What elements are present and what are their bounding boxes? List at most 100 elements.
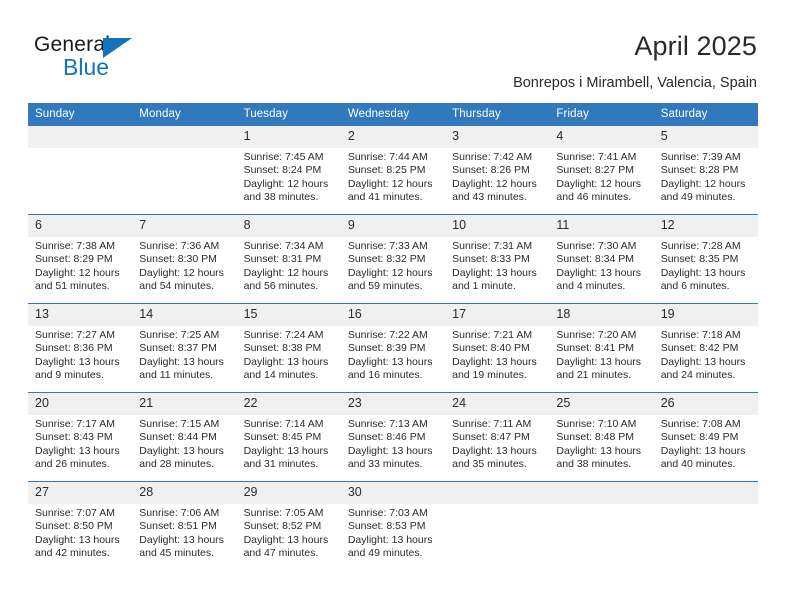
calendar-day-cell[interactable]: 6 Sunrise: 7:38 AM Sunset: 8:29 PM Daylight…	[28, 214, 133, 304]
day-number: 13	[28, 304, 133, 326]
day-details: Sunrise: 7:17 AM Sunset: 8:43 PM Daylight:…	[28, 415, 132, 471]
calendar-day-cell[interactable]: 18 Sunrise: 7:20 AM Sunset: 8:41 PM Dayligh…	[549, 303, 654, 393]
calendar-day-cell[interactable]: 24 Sunrise: 7:11 AM Sunset: 8:47 PM Dayligh…	[445, 392, 550, 482]
day-details: Sunrise: 7:25 AM Sunset: 8:37 PM Daylight:…	[132, 326, 236, 382]
sunrise-text: Sunrise: 7:41 AM	[556, 151, 637, 163]
daylight-text: and 11 minutes.	[139, 368, 214, 381]
calendar-week-row: 1 Sunrise: 7:45 AM Sunset: 8:24 PM Daylight…	[28, 125, 758, 215]
calendar-day-cell[interactable]: 22 Sunrise: 7:14 AM Sunset: 8:45 PM Dayligh…	[236, 392, 341, 482]
general-blue-logo[interactable]: General Blue	[34, 33, 234, 81]
calendar-day-cell[interactable]: 26 Sunrise: 7:08 AM Sunset: 8:49 PM Dayligh…	[653, 392, 758, 482]
sunset-text: Sunset: 8:29 PM	[35, 253, 113, 266]
calendar-day-cell[interactable]: 13 Sunrise: 7:27 AM Sunset: 8:36 PM Dayligh…	[28, 303, 133, 393]
sunrise-text: Sunrise: 7:31 AM	[452, 240, 533, 252]
daylight-text: and 49 minutes.	[660, 190, 736, 203]
page-title: April 2025	[634, 31, 757, 61]
weekday-header-tuesday: Tuesday	[236, 103, 341, 126]
day-number: 6	[28, 215, 133, 237]
day-details: Sunrise: 7:45 AM Sunset: 8:24 PM Daylight:…	[237, 148, 341, 204]
calendar-day-cell[interactable]: 2 Sunrise: 7:44 AM Sunset: 8:25 PM Daylight…	[340, 125, 446, 215]
day-details: Sunrise: 7:38 AM Sunset: 8:29 PM Daylight:…	[28, 237, 132, 293]
day-number: 30	[340, 482, 446, 504]
daylight-text: and 31 minutes.	[243, 457, 319, 470]
calendar-day-cell[interactable]: 10 Sunrise: 7:31 AM Sunset: 8:33 PM Dayligh…	[445, 214, 550, 304]
sunset-text: Sunset: 8:52 PM	[243, 520, 322, 533]
daylight-text: Daylight: 13 hours	[139, 533, 224, 546]
day-details: Sunrise: 7:20 AM Sunset: 8:41 PM Daylight:…	[549, 326, 653, 382]
day-number: 11	[549, 215, 654, 237]
day-number: 26	[653, 393, 758, 415]
calendar-day-cell[interactable]: 9 Sunrise: 7:33 AM Sunset: 8:32 PM Daylight…	[340, 214, 446, 304]
daylight-text: and 33 minutes.	[347, 457, 423, 470]
daylight-text: Daylight: 12 hours	[660, 177, 746, 190]
calendar-day-cell[interactable]: 23 Sunrise: 7:13 AM Sunset: 8:46 PM Dayligh…	[340, 392, 446, 482]
calendar-day-cell-empty	[445, 481, 550, 570]
daylight-text: and 9 minutes.	[35, 368, 104, 381]
day-number: 3	[445, 126, 550, 148]
calendar-day-cell[interactable]: 29 Sunrise: 7:05 AM Sunset: 8:52 PM Dayligh…	[236, 481, 341, 570]
calendar-day-cell[interactable]: 7 Sunrise: 7:36 AM Sunset: 8:30 PM Daylight…	[132, 214, 237, 304]
sunset-text: Sunset: 8:32 PM	[347, 253, 426, 266]
calendar-day-cell[interactable]: 21 Sunrise: 7:15 AM Sunset: 8:44 PM Dayligh…	[132, 392, 237, 482]
calendar-day-cell[interactable]: 11 Sunrise: 7:30 AM Sunset: 8:34 PM Dayligh…	[549, 214, 654, 304]
daylight-text: Daylight: 12 hours	[347, 177, 433, 190]
calendar-day-cell[interactable]: 12 Sunrise: 7:28 AM Sunset: 8:35 PM Dayligh…	[653, 214, 758, 304]
day-number: 25	[549, 393, 654, 415]
daylight-text: Daylight: 13 hours	[139, 355, 224, 368]
calendar-day-cell[interactable]: 3 Sunrise: 7:42 AM Sunset: 8:26 PM Daylight…	[445, 125, 550, 215]
day-details	[445, 504, 549, 507]
calendar-day-cell[interactable]: 17 Sunrise: 7:21 AM Sunset: 8:40 PM Dayligh…	[445, 303, 550, 393]
calendar-day-cell[interactable]: 20 Sunrise: 7:17 AM Sunset: 8:43 PM Dayligh…	[28, 392, 133, 482]
sunset-text: Sunset: 8:26 PM	[452, 164, 530, 177]
logo-text-blue: Blue	[63, 54, 110, 80]
calendar-day-cell[interactable]: 16 Sunrise: 7:22 AM Sunset: 8:39 PM Dayligh…	[340, 303, 446, 393]
sunset-text: Sunset: 8:47 PM	[452, 431, 530, 444]
calendar-day-cell[interactable]: 5 Sunrise: 7:39 AM Sunset: 8:28 PM Daylight…	[653, 125, 758, 215]
daylight-text: and 40 minutes.	[660, 457, 736, 470]
day-number	[28, 126, 133, 148]
sunset-text: Sunset: 8:50 PM	[35, 520, 113, 533]
calendar-day-cell[interactable]: 28 Sunrise: 7:06 AM Sunset: 8:51 PM Dayligh…	[132, 481, 237, 570]
calendar-day-cell[interactable]: 1 Sunrise: 7:45 AM Sunset: 8:24 PM Daylight…	[236, 125, 341, 215]
daylight-text: Daylight: 13 hours	[35, 444, 120, 457]
daylight-text: Daylight: 13 hours	[243, 355, 329, 368]
calendar-day-cell[interactable]: 4 Sunrise: 7:41 AM Sunset: 8:27 PM Daylight…	[549, 125, 654, 215]
sunset-text: Sunset: 8:44 PM	[139, 431, 217, 444]
day-number: 16	[340, 304, 446, 326]
daylight-text: and 56 minutes.	[243, 279, 319, 292]
calendar-day-cell[interactable]: 15 Sunrise: 7:24 AM Sunset: 8:38 PM Dayligh…	[236, 303, 341, 393]
calendar-week-row: 6 Sunrise: 7:38 AM Sunset: 8:29 PM Daylight…	[28, 214, 758, 304]
day-number: 4	[549, 126, 654, 148]
sunrise-text: Sunrise: 7:22 AM	[347, 329, 428, 341]
daylight-text: Daylight: 13 hours	[35, 355, 120, 368]
day-number: 29	[236, 482, 341, 504]
sunrise-text: Sunrise: 7:39 AM	[660, 151, 741, 163]
calendar-day-cell[interactable]: 8 Sunrise: 7:34 AM Sunset: 8:31 PM Daylight…	[236, 214, 341, 304]
daylight-text: and 45 minutes.	[139, 546, 214, 559]
calendar-day-cell[interactable]: 30 Sunrise: 7:03 AM Sunset: 8:53 PM Dayligh…	[340, 481, 446, 570]
day-number: 7	[132, 215, 237, 237]
daylight-text: Daylight: 13 hours	[452, 355, 537, 368]
day-details: Sunrise: 7:36 AM Sunset: 8:30 PM Daylight:…	[132, 237, 236, 293]
daylight-text: and 42 minutes.	[35, 546, 110, 559]
sunrise-text: Sunrise: 7:34 AM	[243, 240, 324, 252]
sunrise-text: Sunrise: 7:33 AM	[347, 240, 428, 252]
day-number: 20	[28, 393, 133, 415]
calendar-day-cell[interactable]: 25 Sunrise: 7:10 AM Sunset: 8:48 PM Dayligh…	[549, 392, 654, 482]
calendar-day-cell[interactable]: 14 Sunrise: 7:25 AM Sunset: 8:37 PM Dayligh…	[132, 303, 237, 393]
day-number: 15	[236, 304, 341, 326]
calendar-day-cell[interactable]: 27 Sunrise: 7:07 AM Sunset: 8:50 PM Dayligh…	[28, 481, 133, 570]
day-number: 10	[445, 215, 550, 237]
sunset-text: Sunset: 8:41 PM	[556, 342, 635, 355]
sunrise-text: Sunrise: 7:06 AM	[139, 507, 220, 519]
day-number: 2	[340, 126, 446, 148]
day-details: Sunrise: 7:33 AM Sunset: 8:32 PM Daylight:…	[341, 237, 445, 293]
daylight-text: Daylight: 12 hours	[347, 266, 433, 279]
day-number: 24	[445, 393, 550, 415]
calendar-day-cell[interactable]: 19 Sunrise: 7:18 AM Sunset: 8:42 PM Dayligh…	[653, 303, 758, 393]
day-details: Sunrise: 7:22 AM Sunset: 8:39 PM Daylight:…	[341, 326, 445, 382]
daylight-text: Daylight: 13 hours	[243, 533, 329, 546]
sunset-text: Sunset: 8:36 PM	[35, 342, 113, 355]
title-block: April 2025 Bonrepos i Mirambell, Valenci…	[513, 30, 757, 93]
sunrise-text: Sunrise: 7:18 AM	[660, 329, 741, 341]
